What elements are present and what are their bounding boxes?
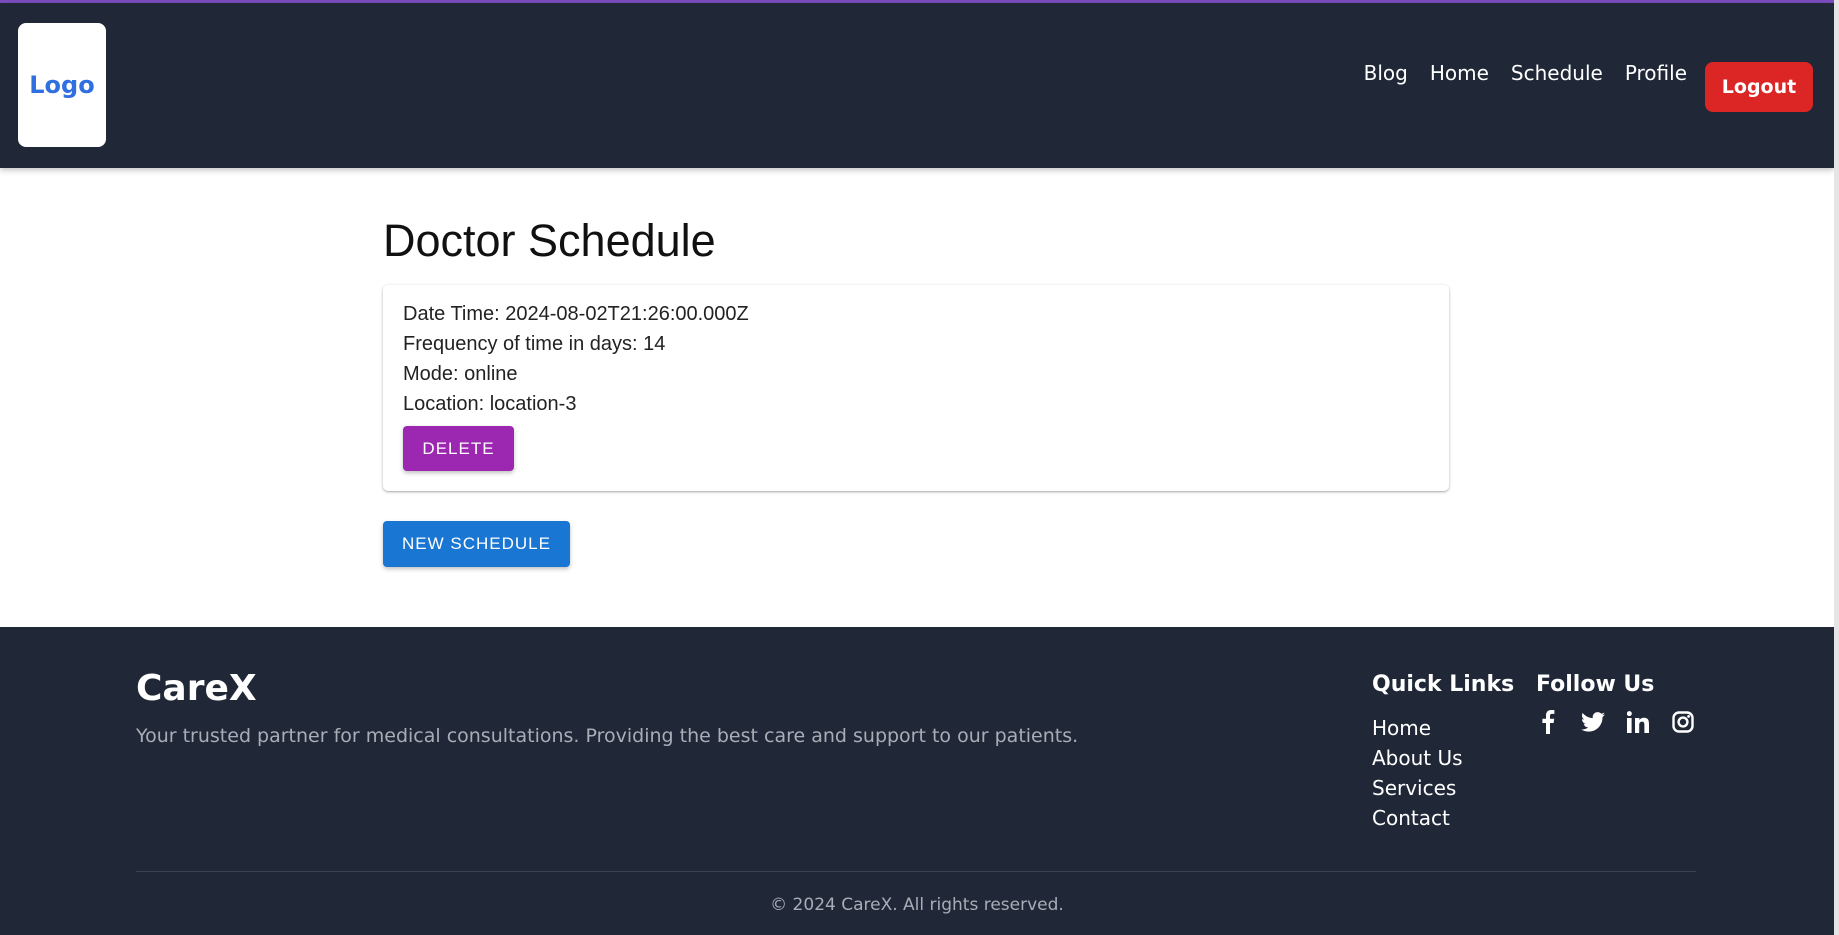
logout-button[interactable]: Logout bbox=[1705, 62, 1813, 112]
schedule-mode: Mode: online bbox=[403, 363, 518, 385]
footer-brand: CareX bbox=[136, 668, 257, 709]
schedule-frequency: Frequency of time in days: 14 bbox=[403, 333, 666, 355]
social-links bbox=[1536, 709, 1695, 735]
footer-link-home[interactable]: Home bbox=[1372, 713, 1463, 743]
nav-home[interactable]: Home bbox=[1430, 61, 1489, 85]
page-scrollbar[interactable] bbox=[1834, 0, 1839, 935]
schedule-location: Location: location-3 bbox=[403, 393, 577, 415]
facebook-icon[interactable] bbox=[1536, 709, 1560, 735]
quick-links-list: Home About Us Services Contact bbox=[1372, 713, 1463, 833]
nav-blog[interactable]: Blog bbox=[1364, 61, 1408, 85]
schedule-datetime: Date Time: 2024-08-02T21:26:00.000Z bbox=[403, 303, 749, 325]
delete-button[interactable]: DELETE bbox=[403, 426, 514, 471]
quick-links-title: Quick Links bbox=[1372, 672, 1515, 697]
footer-divider bbox=[136, 871, 1696, 872]
nav-profile[interactable]: Profile bbox=[1625, 61, 1687, 85]
site-header: Logo Blog Home Schedule Profile Logout bbox=[0, 3, 1834, 168]
linkedin-icon[interactable] bbox=[1626, 709, 1650, 735]
main-nav: Blog Home Schedule Profile bbox=[1364, 61, 1687, 85]
schedule-card: Date Time: 2024-08-02T21:26:00.000Z Freq… bbox=[383, 285, 1449, 491]
instagram-icon[interactable] bbox=[1671, 709, 1695, 735]
site-footer: CareX Your trusted partner for medical c… bbox=[0, 627, 1834, 935]
nav-schedule[interactable]: Schedule bbox=[1511, 61, 1603, 85]
footer-link-contact[interactable]: Contact bbox=[1372, 803, 1463, 833]
footer-tagline: Your trusted partner for medical consult… bbox=[136, 725, 1079, 747]
twitter-icon[interactable] bbox=[1581, 709, 1605, 735]
new-schedule-button[interactable]: NEW SCHEDULE bbox=[383, 521, 570, 567]
logo[interactable]: Logo bbox=[18, 23, 106, 147]
footer-link-about[interactable]: About Us bbox=[1372, 743, 1463, 773]
page-title: Doctor Schedule bbox=[383, 215, 716, 266]
footer-link-services[interactable]: Services bbox=[1372, 773, 1463, 803]
copyright-text: © 2024 CareX. All rights reserved. bbox=[770, 895, 1064, 915]
follow-us-title: Follow Us bbox=[1536, 672, 1655, 697]
